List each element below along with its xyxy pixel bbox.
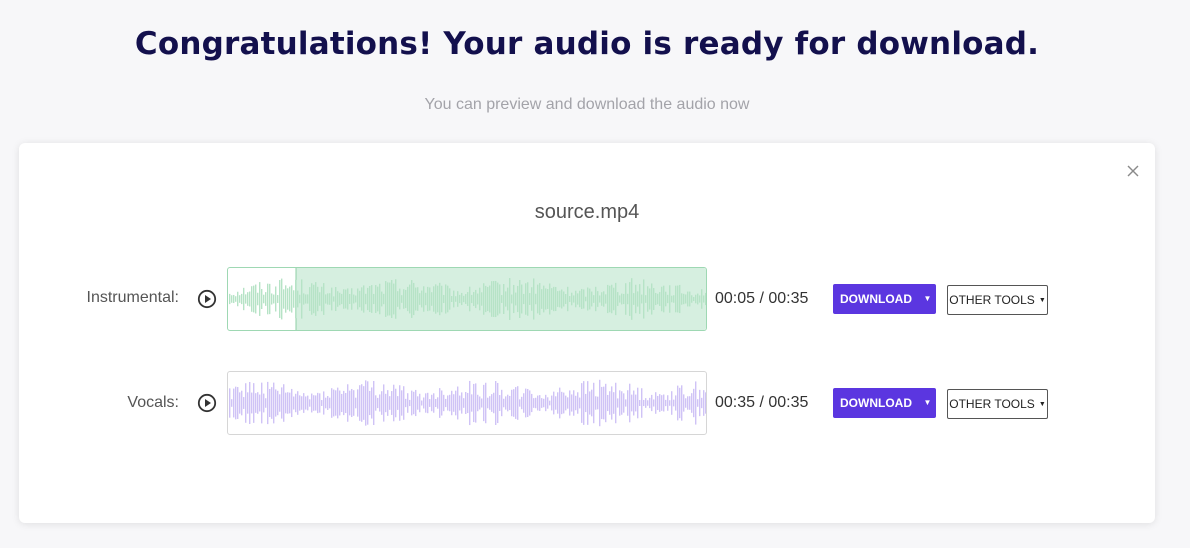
track-time: 00:05 / 00:35 xyxy=(715,290,809,307)
track-label-instrumental: Instrumental: xyxy=(86,289,180,306)
play-icon[interactable] xyxy=(197,393,217,413)
caret-down-icon[interactable]: ▼ xyxy=(919,388,936,418)
download-button-label: DOWNLOAD xyxy=(840,292,912,306)
page-title: Congratulations! Your audio is ready for… xyxy=(134,26,1040,62)
download-button-label: DOWNLOAD xyxy=(840,396,912,410)
page-subtitle: You can preview and download the audio n… xyxy=(424,96,750,113)
caret-down-icon[interactable]: ▼ xyxy=(919,284,936,314)
download-button[interactable]: DOWNLOAD ▼ xyxy=(833,388,936,418)
other-tools-label: OTHER TOOLS xyxy=(949,397,1035,411)
waveform-vocals[interactable] xyxy=(227,371,707,435)
close-icon[interactable] xyxy=(1123,161,1143,181)
file-name: source.mp4 xyxy=(534,201,640,223)
track-label-vocals: Vocals: xyxy=(127,394,179,411)
other-tools-button[interactable]: OTHER TOOLS ▼ xyxy=(947,389,1048,419)
other-tools-button[interactable]: OTHER TOOLS ▼ xyxy=(947,285,1048,315)
waveform-graphic xyxy=(229,379,706,427)
track-time: 00:35 / 00:35 xyxy=(715,394,809,411)
caret-down-icon: ▼ xyxy=(1038,296,1046,304)
other-tools-label: OTHER TOOLS xyxy=(949,293,1035,307)
download-button[interactable]: DOWNLOAD ▼ xyxy=(833,284,936,314)
waveform-instrumental[interactable] xyxy=(227,267,707,331)
result-card: source.mp4 Instrumental: 00:05 / 00:35 D… xyxy=(19,143,1155,523)
waveform-graphic xyxy=(229,268,706,330)
play-icon[interactable] xyxy=(197,289,217,309)
caret-down-icon: ▼ xyxy=(1038,400,1046,408)
